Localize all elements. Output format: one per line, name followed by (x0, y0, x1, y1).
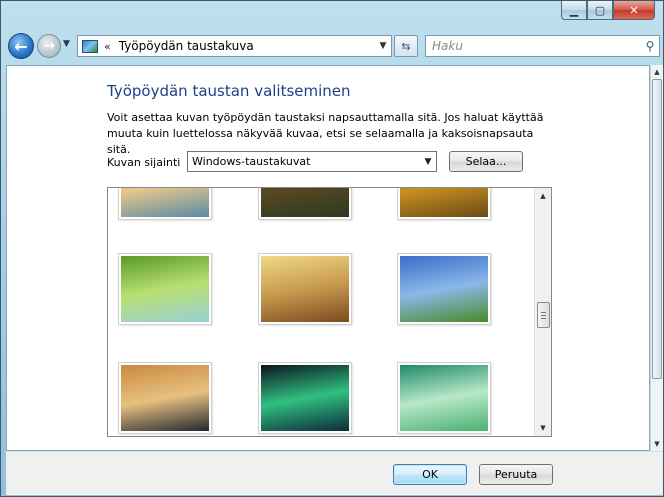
wallpaper-image (121, 188, 209, 217)
search-input[interactable]: Haku ⚲ (425, 35, 660, 57)
wallpaper-thumbnail-vista-aurora[interactable] (397, 362, 491, 434)
grip-line (541, 315, 546, 316)
address-dropdown-icon[interactable]: ▼ (375, 41, 391, 51)
wallpaper-image (261, 256, 349, 322)
wallpaper-thumbnail-palm-leaf[interactable] (118, 253, 212, 325)
caption-buttons: ▁ ▢ ✕ (561, 1, 655, 20)
wallpaper-image (400, 365, 488, 431)
window-scroll-thumb[interactable] (652, 79, 662, 379)
search-placeholder: Haku (432, 39, 463, 53)
scroll-down-arrow-icon[interactable]: ▼ (651, 437, 663, 451)
grip-line (541, 312, 546, 313)
wallpaper-image (261, 365, 349, 431)
gallery-scrollbar[interactable]: ▲ ▼ (534, 188, 551, 436)
cancel-button[interactable]: Peruuta (479, 464, 553, 485)
dialog-button-bar: OK Peruuta (6, 451, 663, 495)
close-button[interactable]: ✕ (613, 1, 655, 20)
chevron-down-icon: ▼ (424, 156, 432, 167)
location-selected-value: Windows-taustakuvat (192, 155, 311, 168)
location-select[interactable]: Windows-taustakuvat ▼ (187, 151, 437, 172)
refresh-button[interactable]: ⇆ (394, 35, 418, 57)
forward-arrow-icon: → (43, 38, 55, 54)
browse-button[interactable]: Selaa... (449, 151, 523, 172)
wallpaper-thumbnail-grass-sunset[interactable] (258, 253, 352, 325)
wallpaper-gallery[interactable]: ▲ ▼ (107, 187, 552, 437)
recent-pages-dropdown[interactable]: ▼ (63, 39, 70, 49)
maximize-button[interactable]: ▢ (587, 1, 613, 20)
wallpaper-image (400, 188, 488, 217)
navigation-bar: ← → ▼ « Työpöydän taustakuva ▼ ⇆ Haku ⚲ (1, 29, 663, 63)
wallpaper-image (261, 188, 349, 217)
wallpaper-image (400, 256, 488, 322)
wallpaper-thumbnail-dark-landscape[interactable] (258, 188, 352, 220)
content-pane: Työpöydän taustan valitseminen Voit aset… (6, 65, 650, 451)
wallpaper-image (121, 256, 209, 322)
wallpaper-thumbnail-green-hills[interactable] (397, 253, 491, 325)
gallery-scroll-thumb[interactable] (537, 302, 550, 328)
window-scrollbar[interactable]: ▲ ▼ (650, 65, 663, 451)
scroll-down-arrow-icon[interactable]: ▼ (535, 420, 551, 436)
wallpaper-thumbnail-rock-lake[interactable] (118, 362, 212, 434)
desktop-background-icon (82, 39, 98, 53)
magnifier-icon[interactable]: ⚲ (641, 39, 659, 53)
location-label: Kuvan sijainti (107, 156, 181, 169)
control-panel-window: ▁ ▢ ✕ ← → ▼ « Työpöydän taustakuva ▼ ⇆ H… (0, 0, 664, 497)
address-bar[interactable]: « Työpöydän taustakuva ▼ (77, 35, 392, 57)
wallpaper-thumbnail-golden-dusk[interactable] (397, 188, 491, 220)
grip-line (541, 318, 546, 319)
ok-button[interactable]: OK (393, 464, 467, 485)
scroll-up-arrow-icon[interactable]: ▲ (651, 65, 663, 79)
wallpaper-thumbnail-aurora[interactable] (258, 362, 352, 434)
minimize-icon: ▁ (569, 3, 579, 17)
wallpaper-image (121, 365, 209, 431)
breadcrumb-overflow-icon[interactable]: « (104, 40, 111, 53)
close-icon: ✕ (629, 3, 639, 17)
breadcrumb-current[interactable]: Työpöydän taustakuva (119, 39, 375, 53)
minimize-button[interactable]: ▁ (561, 1, 587, 20)
back-button[interactable]: ← (8, 33, 34, 59)
refresh-icon: ⇆ (401, 39, 411, 53)
wallpaper-thumbnail-lake-sunset[interactable] (118, 188, 212, 220)
forward-button[interactable]: → (37, 34, 61, 58)
back-arrow-icon: ← (14, 36, 28, 56)
scroll-up-arrow-icon[interactable]: ▲ (535, 188, 551, 204)
maximize-icon: ▢ (594, 3, 606, 17)
title-bar[interactable]: ▁ ▢ ✕ (1, 1, 663, 29)
page-title: Työpöydän taustan valitseminen (107, 82, 351, 100)
